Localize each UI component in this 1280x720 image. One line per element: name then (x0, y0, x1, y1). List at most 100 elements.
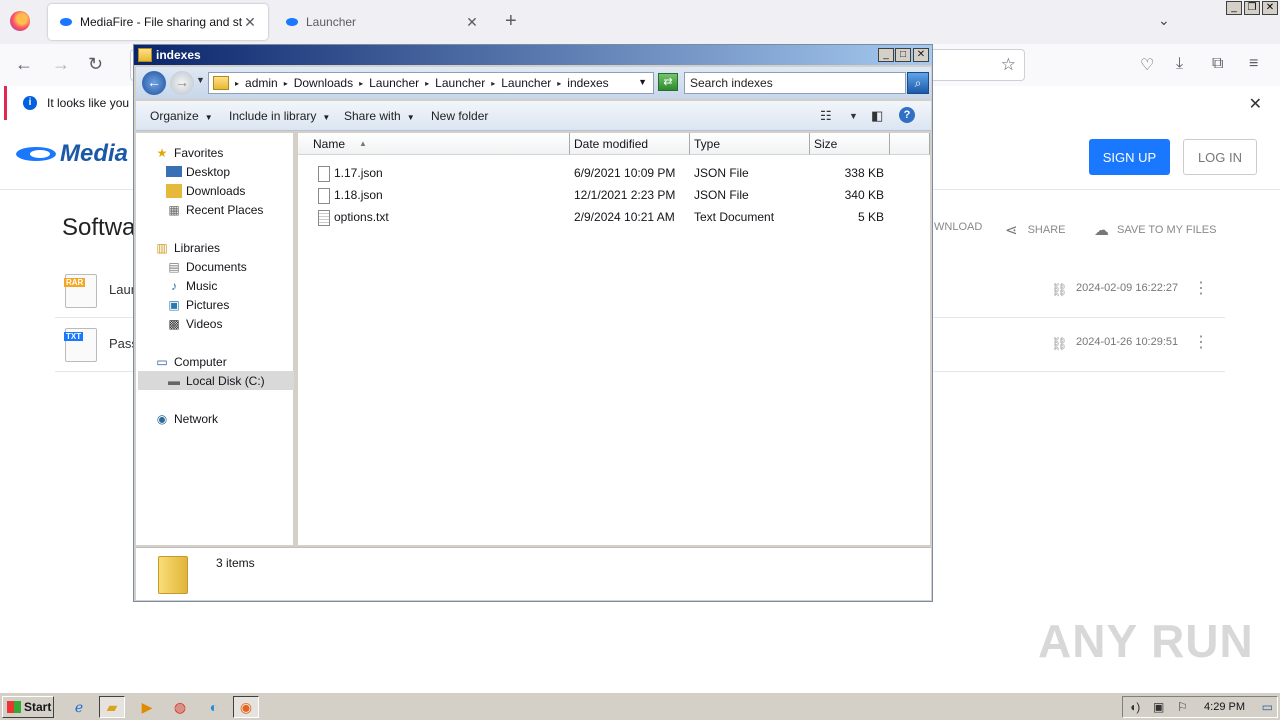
list-tabs-icon[interactable]: ⌄ (1158, 12, 1170, 29)
table-row[interactable]: options.txt 2/9/2024 10:21 AM Text Docum… (298, 206, 930, 228)
nav-label: Downloads (186, 183, 246, 198)
close-tab-icon[interactable]: ✕ (242, 14, 258, 31)
search-input[interactable]: Search indexes (684, 72, 906, 94)
firefox-icon[interactable] (10, 11, 30, 31)
file-name[interactable]: Laur (109, 282, 135, 297)
new-folder-button[interactable]: New folder (431, 109, 488, 123)
tab-launcher[interactable]: Launcher ✕ (274, 4, 490, 40)
star-icon: ★ (156, 145, 168, 160)
column-header-size[interactable]: Size (810, 133, 890, 155)
more-options-icon[interactable]: ⋮ (1193, 278, 1209, 298)
recent-pages-icon[interactable]: ▼ (196, 75, 205, 85)
taskbar: Start ℯ ▰ ▶ ◍ ◐ ◉ ◖) ▣ ⚐ 4:29 PM ▭ (0, 692, 1280, 720)
close-icon[interactable]: ✕ (913, 48, 929, 62)
mediafire-logo[interactable]: Media (16, 140, 128, 168)
column-header-type[interactable]: Type (690, 133, 810, 155)
chrome-icon[interactable]: ◍ (167, 696, 193, 718)
refresh-icon[interactable]: ⇄ (658, 73, 678, 91)
nav-documents[interactable]: ▤ Documents (166, 257, 246, 276)
save-to-my-files-action[interactable]: ☁ SAVE TO MY FILES (1094, 221, 1216, 239)
close-notification-icon[interactable]: ✕ (1249, 94, 1262, 114)
share-with-button[interactable]: Share with ▼ (344, 109, 415, 123)
extensions-icon[interactable]: ⧉ (1212, 55, 1223, 73)
minimize-icon[interactable]: _ (878, 48, 894, 62)
maximize-icon[interactable]: □ (895, 48, 911, 62)
internet-explorer-icon[interactable]: ℯ (66, 696, 92, 718)
minimize-icon[interactable]: _ (1226, 1, 1242, 15)
network-tray-icon[interactable]: ▣ (1153, 700, 1164, 714)
breadcrumb-item[interactable]: Launcher (435, 76, 485, 90)
table-row[interactable]: 1.18.json 12/1/2021 2:23 PM JSON File 34… (298, 184, 930, 206)
nav-network[interactable]: ◉ Network (154, 409, 218, 428)
nav-music[interactable]: ♪ Music (166, 276, 217, 295)
bookmark-star-icon[interactable]: ☆ (1001, 55, 1016, 75)
media-player-icon[interactable]: ▶ (134, 696, 160, 718)
column-header-name[interactable]: Name ▲ (298, 133, 570, 155)
firefox-taskbar-icon[interactable]: ◉ (233, 696, 259, 718)
include-in-library-button[interactable]: Include in library ▼ (229, 109, 330, 123)
breadcrumb-item[interactable]: Downloads (294, 76, 353, 90)
close-icon[interactable]: ✕ (1262, 1, 1278, 15)
show-desktop-icon[interactable]: ▭ (1262, 700, 1273, 714)
reload-icon[interactable]: ↻ (88, 54, 103, 75)
command-bar: Organize ▼ Include in library ▼ Share with… (136, 101, 931, 131)
address-bar[interactable]: ▸ admin ▸ Downloads ▸ Launcher ▸ Launche… (208, 72, 654, 94)
share-action[interactable]: ⋖ SHARE (1005, 221, 1065, 239)
forward-icon[interactable]: → (170, 71, 194, 95)
volume-icon[interactable]: ◖) (1129, 700, 1140, 714)
nav-pictures[interactable]: ▣ Pictures (166, 295, 229, 314)
link-icon[interactable]: ⛓ (1051, 282, 1068, 298)
signup-button[interactable]: SIGN UP (1089, 139, 1170, 175)
explorer-taskbar-icon[interactable]: ▰ (99, 696, 125, 718)
nav-downloads[interactable]: Downloads (166, 181, 245, 200)
login-button[interactable]: LOG IN (1183, 139, 1257, 175)
nav-local-disk[interactable]: ▬ Local Disk (C:) (138, 371, 294, 390)
nav-computer[interactable]: ▭ Computer (154, 352, 226, 371)
chevron-right-icon[interactable]: ▸ (557, 79, 561, 88)
nav-favorites[interactable]: ★ Favorites (154, 143, 224, 162)
folder-icon (213, 76, 229, 90)
back-icon[interactable]: ← (142, 71, 166, 95)
nav-recent-places[interactable]: ▦ Recent Places (166, 200, 263, 219)
tab-mediafire[interactable]: MediaFire - File sharing and storag ✕ (48, 4, 268, 40)
new-tab-icon[interactable]: + (505, 10, 517, 33)
start-button[interactable]: Start (2, 696, 54, 718)
organize-button[interactable]: Organize ▼ (150, 109, 213, 123)
link-icon[interactable]: ⛓ (1051, 336, 1068, 352)
nav-videos[interactable]: ▩ Videos (166, 314, 222, 333)
clock[interactable]: 4:29 PM (1204, 701, 1245, 713)
change-view-icon[interactable]: ☷ (820, 108, 832, 124)
view-options-chevron-icon[interactable]: ▼ (849, 111, 858, 121)
more-options-icon[interactable]: ⋮ (1193, 332, 1209, 352)
menu-icon[interactable]: ≡ (1249, 55, 1258, 73)
forward-icon[interactable]: → (52, 54, 70, 75)
back-icon[interactable]: ← (15, 54, 33, 75)
help-icon[interactable]: ? (899, 107, 915, 123)
nav-libraries[interactable]: ▥ Libraries (154, 238, 220, 257)
breadcrumb-item[interactable]: admin (245, 76, 278, 90)
search-icon[interactable]: ⌕ (907, 72, 929, 94)
breadcrumb-item[interactable]: Launcher (369, 76, 419, 90)
pocket-icon[interactable]: ♡ (1140, 55, 1154, 75)
chevron-right-icon[interactable]: ▸ (359, 79, 363, 88)
flag-icon[interactable]: ⚐ (1177, 700, 1188, 714)
breadcrumb-item[interactable]: Launcher (501, 76, 551, 90)
chevron-right-icon[interactable]: ▸ (235, 79, 239, 88)
close-tab-icon[interactable]: ✕ (464, 14, 480, 31)
chevron-right-icon[interactable]: ▸ (284, 79, 288, 88)
restore-icon[interactable]: ❐ (1244, 1, 1260, 15)
nav-desktop[interactable]: Desktop (166, 162, 230, 181)
breadcrumb-item[interactable]: indexes (567, 76, 608, 90)
explorer-window: indexes _ □ ✕ ← → ▼ ▸ admin ▸ Downloads … (133, 44, 933, 602)
downloads-icon[interactable]: ⤓ (1176, 55, 1183, 73)
table-row[interactable]: 1.17.json 6/9/2021 10:09 PM JSON File 33… (298, 162, 930, 184)
chevron-right-icon[interactable]: ▸ (425, 79, 429, 88)
column-header-date[interactable]: Date modified (570, 133, 690, 155)
chevron-down-icon[interactable]: ▼ (638, 77, 647, 87)
window-titlebar[interactable]: indexes _ □ ✕ (134, 45, 932, 65)
download-action[interactable]: WNLOAD (934, 221, 982, 233)
edge-icon[interactable]: ◐ (201, 696, 227, 718)
chevron-right-icon[interactable]: ▸ (491, 79, 495, 88)
music-icon: ♪ (171, 278, 177, 293)
preview-pane-icon[interactable]: ◧ (871, 108, 883, 124)
